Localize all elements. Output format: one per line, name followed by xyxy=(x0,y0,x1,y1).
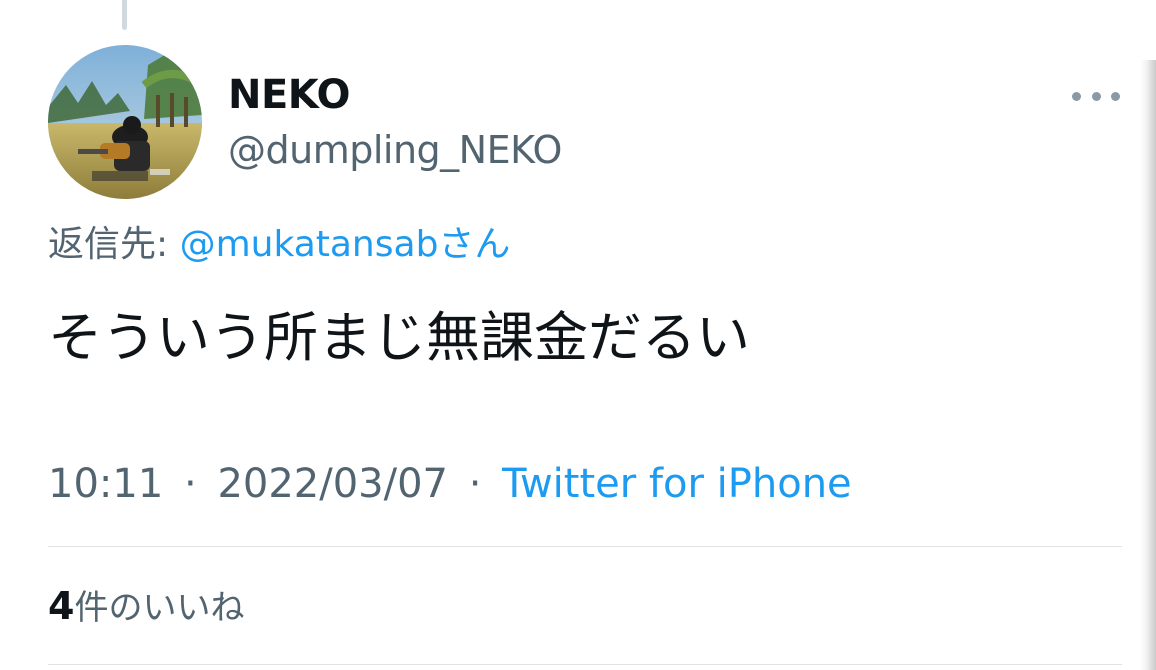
avatar-game-character-icon xyxy=(48,45,202,199)
tweet-time[interactable]: 10:11 xyxy=(48,461,163,507)
avatar[interactable] xyxy=(48,45,202,199)
more-horizontal-icon xyxy=(1091,91,1101,101)
tweet-text: そういう所まじ無課金だるい xyxy=(48,306,750,369)
more-options-button[interactable] xyxy=(1068,80,1124,112)
reply-to-prefix: 返信先: xyxy=(48,224,169,265)
scroll-edge xyxy=(1140,60,1156,670)
divider xyxy=(48,664,1122,665)
more-horizontal-icon xyxy=(1111,91,1120,101)
tweet-meta: 10:11 · 2022/03/07 · Twitter for iPhone xyxy=(48,456,852,512)
likes-count: 4 xyxy=(48,584,75,628)
reply-to-handle-link[interactable]: @mukatansab xyxy=(180,224,439,265)
more-horizontal-icon xyxy=(1072,91,1081,101)
author-username[interactable]: @dumpling_NEKO xyxy=(228,125,562,175)
likes-count-link[interactable]: 4件のいいね xyxy=(48,578,244,636)
tweet-source-link[interactable]: Twitter for iPhone xyxy=(502,461,852,507)
author-display-name[interactable]: NEKO xyxy=(228,70,351,120)
meta-separator: · xyxy=(468,461,482,507)
tweet-date[interactable]: 2022/03/07 xyxy=(217,461,448,507)
divider xyxy=(48,546,1122,547)
thread-connector-line xyxy=(122,0,127,30)
reply-to-suffix: さん xyxy=(438,224,511,265)
likes-label: 件のいいね xyxy=(74,588,245,628)
reply-to-line: 返信先: @mukatansabさん xyxy=(48,220,510,270)
meta-separator: · xyxy=(184,461,197,507)
